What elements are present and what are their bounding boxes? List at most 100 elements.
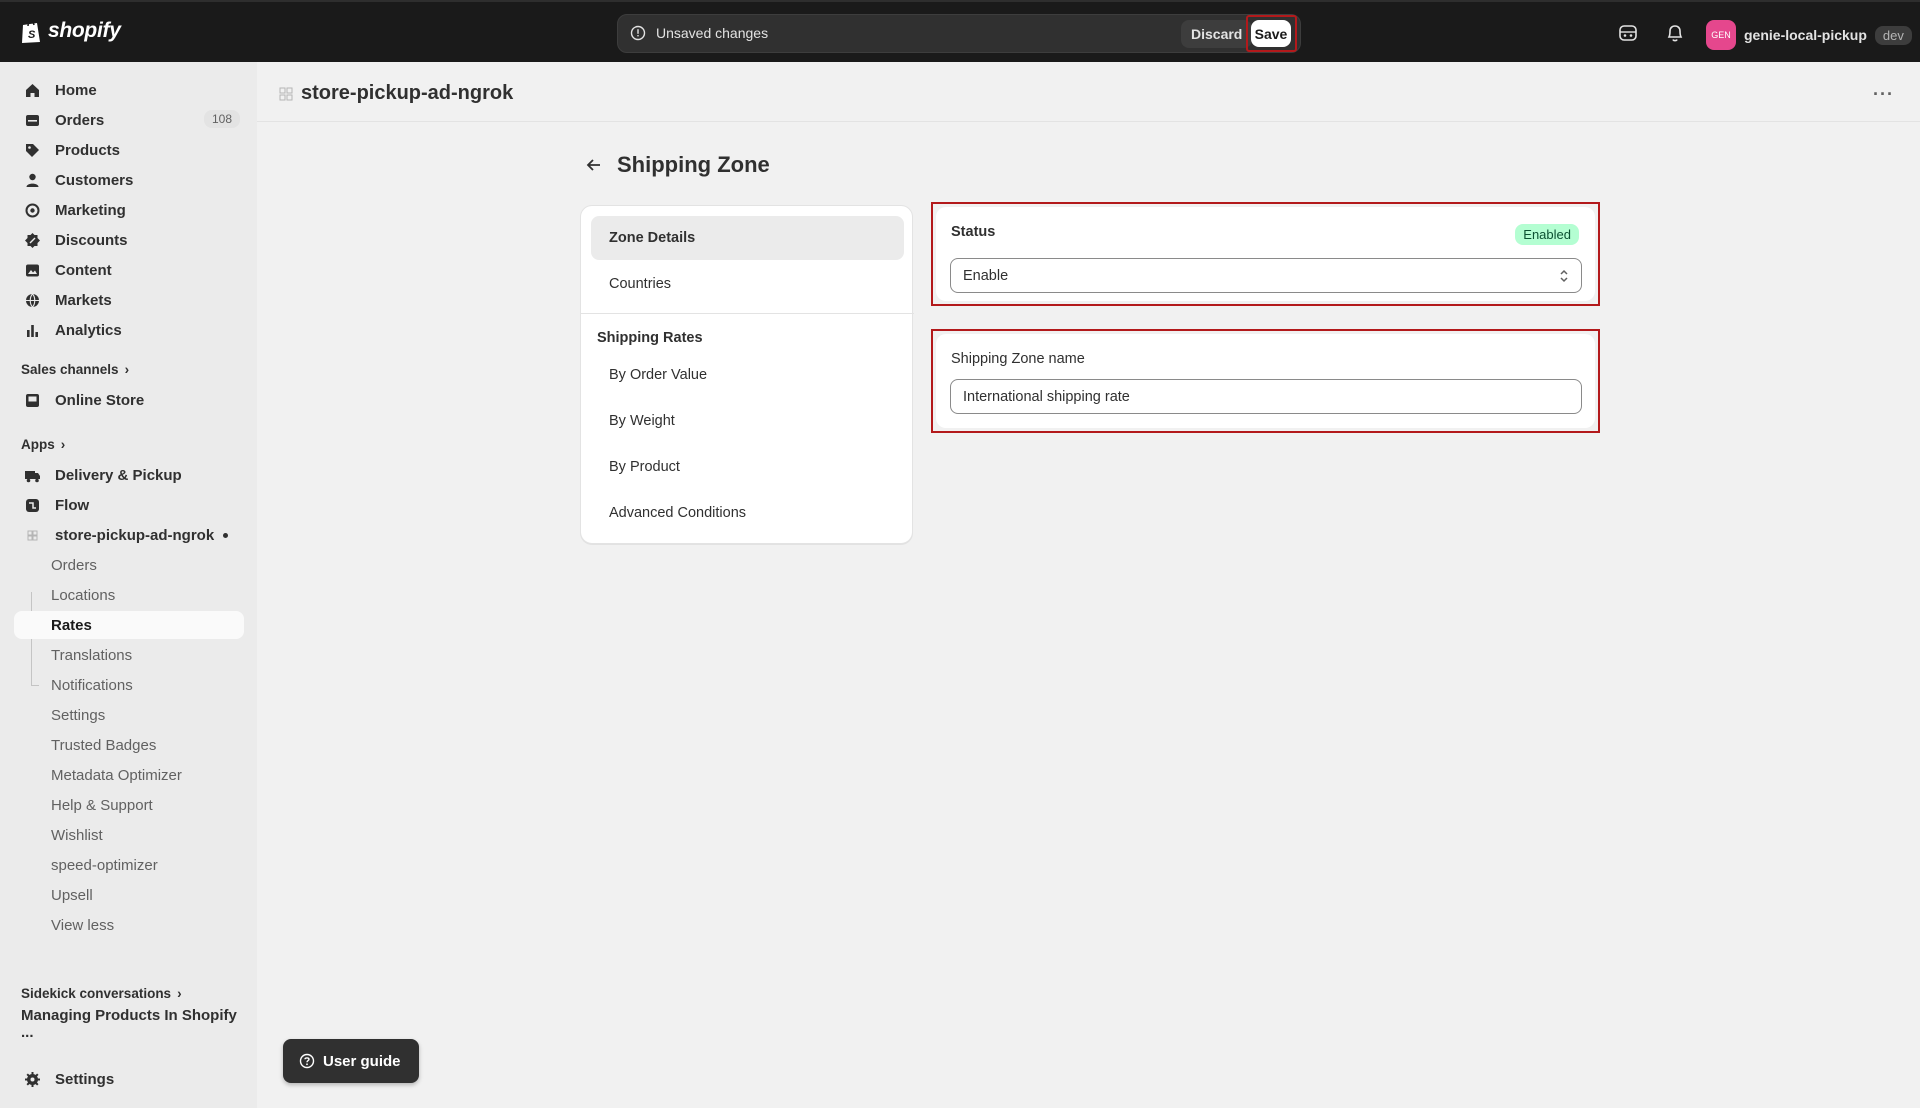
sidekick-label: Sidekick conversations: [21, 986, 172, 1001]
chevron-up-down-icon: [1560, 269, 1568, 283]
sidebar-item-customers[interactable]: Customers: [14, 166, 244, 194]
user-guide-label: User guide: [323, 1052, 401, 1070]
zone-name-card: Shipping Zone name International shippin…: [936, 334, 1595, 428]
top-bar: S shopify Unsaved changes Discard Save G…: [0, 0, 1920, 62]
status-card: Status Enabled Enable: [936, 207, 1595, 301]
sub-item-help-support[interactable]: Help & Support: [14, 791, 244, 819]
nav-by-order-value[interactable]: By Order Value: [591, 353, 904, 397]
sidebar-item-settings[interactable]: Settings: [14, 1065, 244, 1093]
sub-item-locations[interactable]: Locations: [14, 581, 244, 609]
sidebar-item-analytics[interactable]: Analytics: [14, 316, 244, 344]
sidebar-item-label: Products: [55, 141, 121, 159]
sidebar-item-online-store[interactable]: Online Store: [14, 386, 244, 414]
status-select[interactable]: Enable: [950, 258, 1582, 293]
sidekick-heading[interactable]: Sidekick conversations ›: [21, 986, 182, 1001]
sidebar-item-home[interactable]: Home: [14, 76, 244, 104]
shipping-rates-heading: Shipping Rates: [597, 330, 703, 346]
sidebar-item-store-pickup-app[interactable]: store-pickup-ad-ngrok: [14, 521, 244, 549]
sales-channels-label: Sales channels: [21, 362, 119, 377]
sidebar-item-label: Flow: [55, 496, 90, 514]
divider: [581, 313, 914, 314]
app-title-text: store-pickup-ad-ngrok: [301, 82, 514, 104]
sidebar-item-delivery-pickup[interactable]: Delivery & Pickup: [14, 461, 244, 489]
home-icon: [26, 83, 39, 97]
tag-icon: [26, 143, 39, 157]
save-button[interactable]: Save: [1251, 20, 1291, 47]
sub-item-speed-optimizer[interactable]: speed-optimizer: [14, 851, 244, 879]
sidebar-item-label: Analytics: [55, 321, 122, 339]
page-title: Shipping Zone: [585, 152, 770, 178]
sub-item-wishlist[interactable]: Wishlist: [14, 821, 244, 849]
sub-item-orders[interactable]: Orders: [14, 551, 244, 579]
nav-countries[interactable]: Countries: [591, 262, 904, 306]
flow-icon: [26, 498, 39, 512]
sidebar-item-content[interactable]: Content: [14, 256, 244, 284]
sub-item-settings[interactable]: Settings: [14, 701, 244, 729]
sub-item-trusted-badges[interactable]: Trusted Badges: [14, 731, 244, 759]
zone-name-card-highlight: Shipping Zone name International shippin…: [931, 329, 1600, 433]
sidebar-item-label: Discounts: [55, 231, 128, 249]
app-title: store-pickup-ad-ngrok: [279, 82, 513, 105]
sidebar: Home Orders 108 Products Customers Marke…: [0, 62, 257, 1108]
bell-icon[interactable]: [1664, 22, 1686, 44]
target-icon: [25, 203, 40, 217]
sidebar-item-label: Settings: [55, 1070, 115, 1088]
sidebar-item-label: Home: [55, 81, 97, 99]
status-badge: Enabled: [1515, 224, 1579, 245]
nav-by-weight[interactable]: By Weight: [591, 399, 904, 443]
save-button-highlight: Save: [1246, 15, 1297, 52]
chevron-right-icon: ›: [60, 437, 66, 452]
sales-channels-heading[interactable]: Sales channels ›: [21, 362, 129, 377]
app-icon: [279, 87, 293, 100]
active-dot: [223, 533, 228, 538]
app-header: store-pickup-ad-ngrok ···: [257, 62, 1920, 122]
orders-icon: [26, 114, 39, 126]
sidebar-item-discounts[interactable]: Discounts: [14, 226, 244, 254]
store-name: genie-local-pickup: [1744, 27, 1867, 43]
gear-icon: [25, 1071, 40, 1087]
sub-item-metadata-optimizer[interactable]: Metadata Optimizer: [14, 761, 244, 789]
more-actions-button[interactable]: ···: [1873, 84, 1894, 105]
sidebar-item-products[interactable]: Products: [14, 136, 244, 164]
sidebar-item-label: Customers: [55, 171, 134, 189]
arrow-left-icon[interactable]: [585, 156, 603, 174]
sidebar-item-label: Online Store: [55, 391, 145, 409]
nav-advanced-conditions[interactable]: Advanced Conditions: [591, 491, 904, 535]
apps-heading[interactable]: Apps ›: [21, 437, 65, 452]
nav-by-product[interactable]: By Product: [591, 445, 904, 489]
apps-label: Apps: [21, 437, 55, 452]
user-menu[interactable]: GEN genie-local-pickup dev: [1706, 20, 1912, 50]
sidebar-item-flow[interactable]: Flow: [14, 491, 244, 519]
sub-item-view-less[interactable]: View less: [14, 911, 244, 939]
image-icon: [26, 264, 39, 276]
sub-item-rates[interactable]: Rates: [14, 611, 244, 639]
zone-name-input[interactable]: International shipping rate: [950, 379, 1582, 414]
user-guide-button[interactable]: User guide: [283, 1039, 419, 1083]
nav-zone-details[interactable]: Zone Details: [591, 216, 904, 260]
sidekick-conversation[interactable]: Managing Products In Shopify ...: [11, 1007, 241, 1041]
sidebar-item-label: Content: [55, 261, 112, 279]
sidebar-item-label: Markets: [55, 291, 112, 309]
bar-chart-icon: [27, 324, 38, 337]
sub-item-translations[interactable]: Translations: [14, 641, 244, 669]
sidebar-item-label: Orders: [55, 111, 105, 129]
discard-button[interactable]: Discard: [1181, 20, 1253, 48]
status-label: Status: [951, 224, 996, 240]
chevron-right-icon: ›: [177, 986, 182, 1001]
sub-item-notifications[interactable]: Notifications: [14, 671, 244, 699]
sidebar-item-marketing[interactable]: Marketing: [14, 196, 244, 224]
shopify-logo[interactable]: S shopify: [20, 18, 121, 44]
zone-nav-card: Zone Details Countries Shipping Rates By…: [580, 205, 914, 544]
status-select-value: Enable: [963, 267, 1009, 284]
person-icon: [26, 173, 39, 187]
chevron-right-icon: ›: [124, 362, 130, 377]
page-title-text: Shipping Zone: [617, 152, 770, 177]
avatar: GEN: [1706, 20, 1736, 50]
sidebar-item-orders[interactable]: Orders 108: [14, 106, 244, 134]
truck-icon: [25, 470, 40, 482]
contextual-save-bar: Unsaved changes Discard Save: [617, 14, 1301, 53]
sidebar-item-markets[interactable]: Markets: [14, 286, 244, 314]
sub-item-upsell[interactable]: Upsell: [14, 881, 244, 909]
orders-count-badge: 108: [203, 110, 240, 128]
sidekick-icon[interactable]: [1617, 22, 1639, 44]
